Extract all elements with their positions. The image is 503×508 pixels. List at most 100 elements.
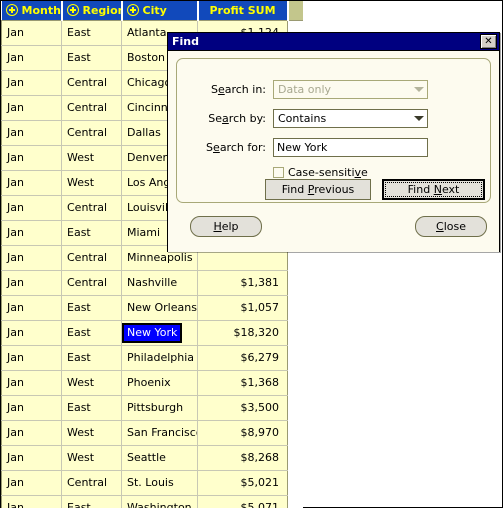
column-header-month[interactable]: Month xyxy=(1,1,63,21)
cell-region[interactable]: Central xyxy=(61,120,122,146)
table-row[interactable]: Jan East Philadelphia $6,279 xyxy=(1,345,303,371)
cell-region[interactable]: West xyxy=(61,420,122,446)
cell-region[interactable]: West xyxy=(61,445,122,471)
cell-month[interactable]: Jan xyxy=(1,295,62,321)
row-pad xyxy=(287,345,303,370)
cell-region[interactable]: East xyxy=(61,295,122,321)
cell-month[interactable]: Jan xyxy=(1,320,62,346)
close-button[interactable]: Close xyxy=(415,216,487,237)
cell-profit[interactable]: $6,279 xyxy=(197,345,288,371)
cell-city[interactable]: New York xyxy=(121,320,198,346)
column-header-profit-sum[interactable]: Profit SUM xyxy=(197,1,289,21)
search-for-label: Search for: xyxy=(206,140,266,154)
search-by-select[interactable]: Contains xyxy=(273,108,428,128)
cell-region[interactable]: Central xyxy=(61,195,122,221)
cell-profit[interactable]: $1,381 xyxy=(197,270,288,296)
table-row[interactable]: Jan East New York $18,320 xyxy=(1,320,303,346)
cell-month[interactable]: Jan xyxy=(1,420,62,446)
cell-region[interactable]: East xyxy=(61,495,122,508)
cell-month[interactable]: Jan xyxy=(1,70,62,96)
table-row[interactable]: Jan West Seattle $8,268 xyxy=(1,445,303,471)
row-pad xyxy=(287,470,303,495)
table-row[interactable]: Jan East New Orleans $1,057 xyxy=(1,295,303,321)
find-next-button[interactable]: Find Next xyxy=(382,179,485,200)
cell-month[interactable]: Jan xyxy=(1,370,62,396)
row-pad xyxy=(287,370,303,395)
cell-month[interactable]: Jan xyxy=(1,395,62,421)
close-icon[interactable]: ✕ xyxy=(480,34,497,49)
cell-region[interactable]: East xyxy=(61,220,122,246)
table-row[interactable]: Jan East Pittsburgh $3,500 xyxy=(1,395,303,421)
find-dialog[interactable]: Find ✕ Search in: Data only Search by: C… xyxy=(167,32,500,252)
column-header-city[interactable]: City xyxy=(121,1,199,21)
cell-region[interactable]: East xyxy=(61,345,122,371)
cell-month[interactable]: Jan xyxy=(1,120,62,146)
table-row[interactable]: Jan West Phoenix $1,368 xyxy=(1,370,303,396)
expand-plus-icon[interactable] xyxy=(126,4,139,17)
cell-profit[interactable]: $1,057 xyxy=(197,295,288,321)
cell-region[interactable]: East xyxy=(61,45,122,71)
cell-month[interactable]: Jan xyxy=(1,470,62,496)
cell-region[interactable]: Central xyxy=(61,470,122,496)
cell-region[interactable]: Central xyxy=(61,245,122,271)
header-corner-pad xyxy=(287,1,303,21)
search-in-select[interactable]: Data only xyxy=(273,79,428,99)
cell-profit[interactable]: $3,500 xyxy=(197,395,288,421)
cell-region[interactable]: West xyxy=(61,170,122,196)
cell-month[interactable]: Jan xyxy=(1,345,62,371)
cell-month[interactable]: Jan xyxy=(1,495,62,508)
cell-region[interactable]: Central xyxy=(61,95,122,121)
cell-city[interactable]: Nashville xyxy=(121,270,198,296)
cell-month[interactable]: Jan xyxy=(1,195,62,221)
column-header-region[interactable]: Region xyxy=(61,1,123,21)
cell-profit[interactable]: $5,021 xyxy=(197,470,288,496)
cell-city[interactable]: Seattle xyxy=(121,445,198,471)
cell-region[interactable]: East xyxy=(61,395,122,421)
table-row[interactable]: Jan Central St. Louis $5,021 xyxy=(1,470,303,496)
cell-region[interactable]: Central xyxy=(61,270,122,296)
cell-profit[interactable]: $1,368 xyxy=(197,370,288,396)
row-pad xyxy=(287,495,303,508)
cell-city[interactable]: Philadelphia xyxy=(121,345,198,371)
cell-month[interactable]: Jan xyxy=(1,270,62,296)
cell-month[interactable]: Jan xyxy=(1,95,62,121)
cell-profit[interactable]: $8,268 xyxy=(197,445,288,471)
chevron-down-icon xyxy=(414,87,424,92)
cell-region[interactable]: East xyxy=(61,20,122,46)
selected-cell-highlight[interactable]: New York xyxy=(121,322,183,343)
cell-city[interactable]: New Orleans xyxy=(121,295,198,321)
cell-city[interactable]: Phoenix xyxy=(121,370,198,396)
help-button[interactable]: Help xyxy=(190,216,262,237)
checkbox-box-icon[interactable] xyxy=(273,166,284,178)
cell-region[interactable]: East xyxy=(61,320,122,346)
cell-month[interactable]: Jan xyxy=(1,245,62,271)
cell-city[interactable]: St. Louis xyxy=(121,470,198,496)
case-sensitive-checkbox[interactable]: Case-sensitive xyxy=(273,166,490,179)
cell-profit[interactable]: $18,320 xyxy=(197,320,288,346)
search-for-input[interactable]: New York xyxy=(273,137,428,157)
cell-region[interactable]: Central xyxy=(61,70,122,96)
search-by-value: Contains xyxy=(278,111,327,125)
cell-region[interactable]: West xyxy=(61,145,122,171)
expand-plus-icon[interactable] xyxy=(5,4,18,17)
cell-profit[interactable]: $8,970 xyxy=(197,420,288,446)
expand-plus-icon[interactable] xyxy=(66,4,79,17)
cell-month[interactable]: Jan xyxy=(1,445,62,471)
cell-month[interactable]: Jan xyxy=(1,45,62,71)
dialog-title-bar[interactable]: Find ✕ xyxy=(168,33,499,51)
table-row[interactable]: Jan West San Francisco $8,970 xyxy=(1,420,303,446)
find-previous-button[interactable]: Find Previous xyxy=(265,179,371,200)
cell-month[interactable]: Jan xyxy=(1,20,62,46)
cell-city[interactable]: Washington xyxy=(121,495,198,508)
table-header: Month Region City Profit SUM xyxy=(1,1,303,21)
cell-month[interactable]: Jan xyxy=(1,145,62,171)
cell-region[interactable]: West xyxy=(61,370,122,396)
table-row[interactable]: Jan East Washington $5,071 xyxy=(1,495,303,508)
row-pad xyxy=(287,420,303,445)
cell-month[interactable]: Jan xyxy=(1,220,62,246)
cell-month[interactable]: Jan xyxy=(1,170,62,196)
cell-profit[interactable]: $5,071 xyxy=(197,495,288,508)
cell-city[interactable]: Pittsburgh xyxy=(121,395,198,421)
table-row[interactable]: Jan Central Nashville $1,381 xyxy=(1,270,303,296)
cell-city[interactable]: San Francisco xyxy=(121,420,198,446)
